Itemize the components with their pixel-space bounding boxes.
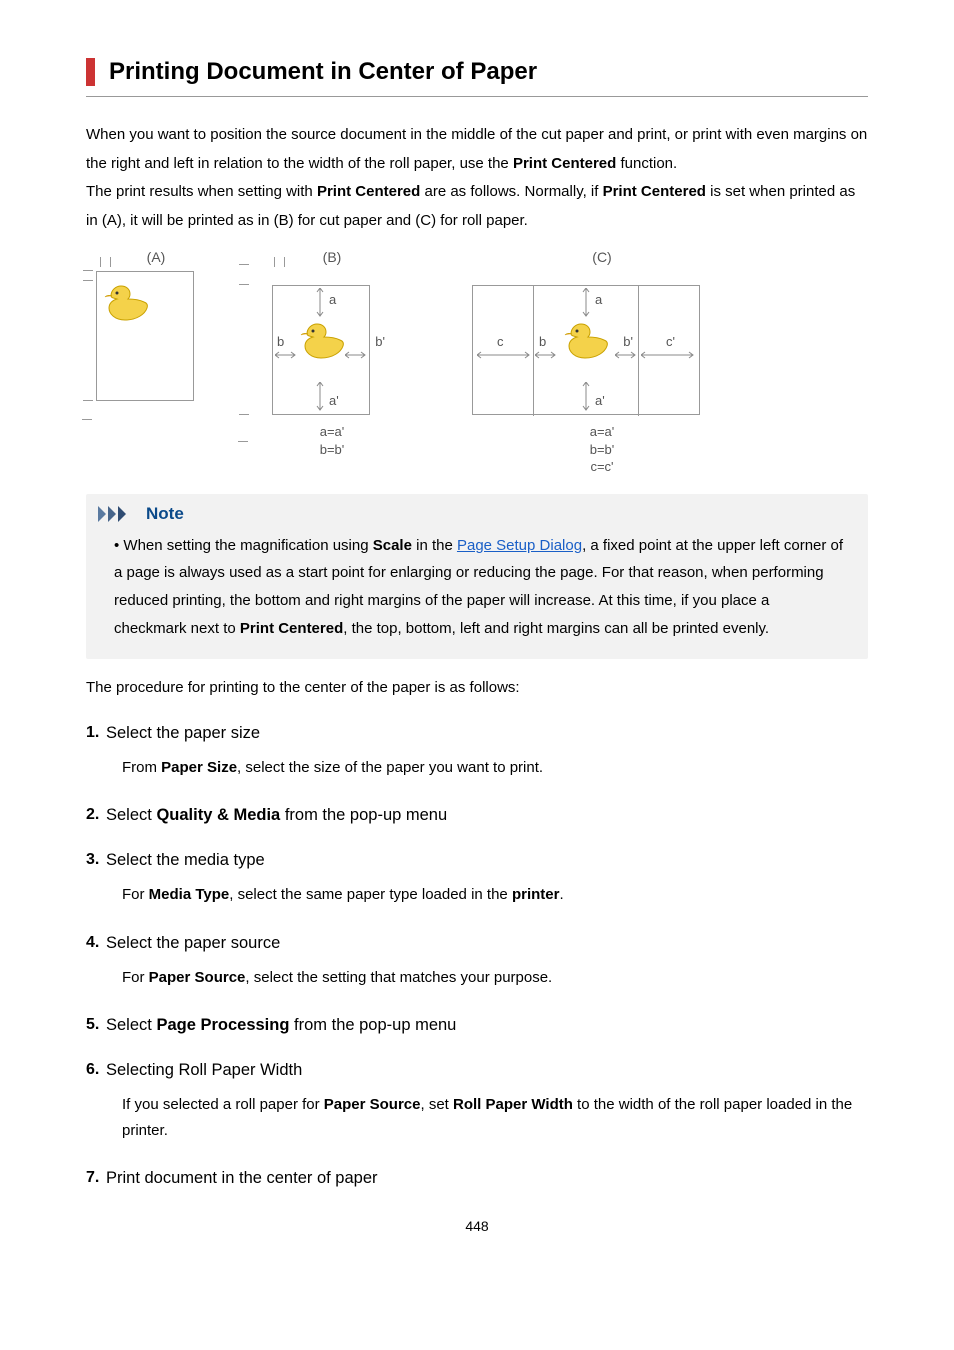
diagram-label-b: (B): [252, 249, 412, 265]
step-item: Select Page Processing from the pop-up m…: [106, 1016, 868, 1035]
intro-text: are as follows. Normally, if: [420, 183, 602, 200]
diagram-label-a: (A): [96, 249, 216, 265]
dim-bp: b': [375, 334, 385, 349]
dim-a: a: [329, 292, 336, 307]
step-body: For Media Type, select the same paper ty…: [106, 882, 868, 908]
dim-cp: c': [666, 334, 675, 349]
duck-icon: [297, 320, 345, 360]
centering-diagram: (A): [86, 249, 868, 476]
step-heading: Select Page Processing from the pop-up m…: [106, 1016, 868, 1035]
step-item: Selecting Roll Paper Width If you select…: [106, 1061, 868, 1143]
step-item: Select Quality & Media from the pop-up m…: [106, 806, 868, 825]
step-body: From Paper Size, select the size of the …: [106, 755, 868, 781]
page-number: 448: [86, 1218, 868, 1234]
duck-icon: [561, 320, 609, 360]
eq-line: b=b': [472, 441, 732, 459]
procedure-intro: The procedure for printing to the center…: [86, 679, 868, 696]
eq-line: b=b': [252, 441, 412, 459]
note-heading: Note: [146, 504, 184, 524]
step-item: Select the paper size From Paper Size, s…: [106, 724, 868, 781]
dim-c: c: [497, 334, 504, 349]
eq-line: a=a': [472, 423, 732, 441]
dim-bp: b': [623, 334, 633, 349]
step-heading: Selecting Roll Paper Width: [106, 1061, 868, 1080]
title-underline: [86, 96, 868, 97]
diagram-label-c: (C): [472, 249, 732, 265]
intro-text: The print results when setting with: [86, 183, 317, 200]
step-item: Print document in the center of paper: [106, 1169, 868, 1188]
dim-b: b: [277, 334, 284, 349]
intro-bold: Print Centered: [513, 155, 616, 172]
step-heading: Select Quality & Media from the pop-up m…: [106, 806, 868, 825]
note-chevron-icon: [98, 506, 138, 522]
step-item: Select the paper source For Paper Source…: [106, 934, 868, 991]
intro-bold: Print Centered: [603, 183, 706, 200]
page-setup-dialog-link[interactable]: Page Setup Dialog: [457, 537, 582, 554]
eq-line: a=a': [252, 423, 412, 441]
dim-a: a: [595, 292, 602, 307]
intro-bold: Print Centered: [317, 183, 420, 200]
dim-ap: a': [329, 393, 339, 408]
step-body: For Paper Source, select the setting tha…: [106, 965, 868, 991]
dim-ap: a': [595, 393, 605, 408]
duck-icon: [101, 282, 149, 322]
step-heading: Select the media type: [106, 851, 868, 870]
page-title-wrap: Printing Document in Center of Paper: [86, 58, 868, 86]
step-heading: Print document in the center of paper: [106, 1169, 868, 1188]
step-heading: Select the paper source: [106, 934, 868, 953]
note-bullet: When setting the magnification using Sca…: [114, 532, 846, 643]
intro-text: When you want to position the source doc…: [86, 126, 867, 172]
step-item: Select the media type For Media Type, se…: [106, 851, 868, 908]
page-title: Printing Document in Center of Paper: [109, 58, 868, 86]
step-body: If you selected a roll paper for Paper S…: [106, 1092, 868, 1143]
steps-list: Select the paper size From Paper Size, s…: [86, 724, 868, 1189]
note-box: Note When setting the magnification usin…: [86, 494, 868, 659]
eq-line: c=c': [472, 458, 732, 476]
dim-b: b: [539, 334, 546, 349]
intro-text: function.: [616, 155, 677, 172]
intro-paragraph: When you want to position the source doc…: [86, 121, 868, 235]
step-heading: Select the paper size: [106, 724, 868, 743]
